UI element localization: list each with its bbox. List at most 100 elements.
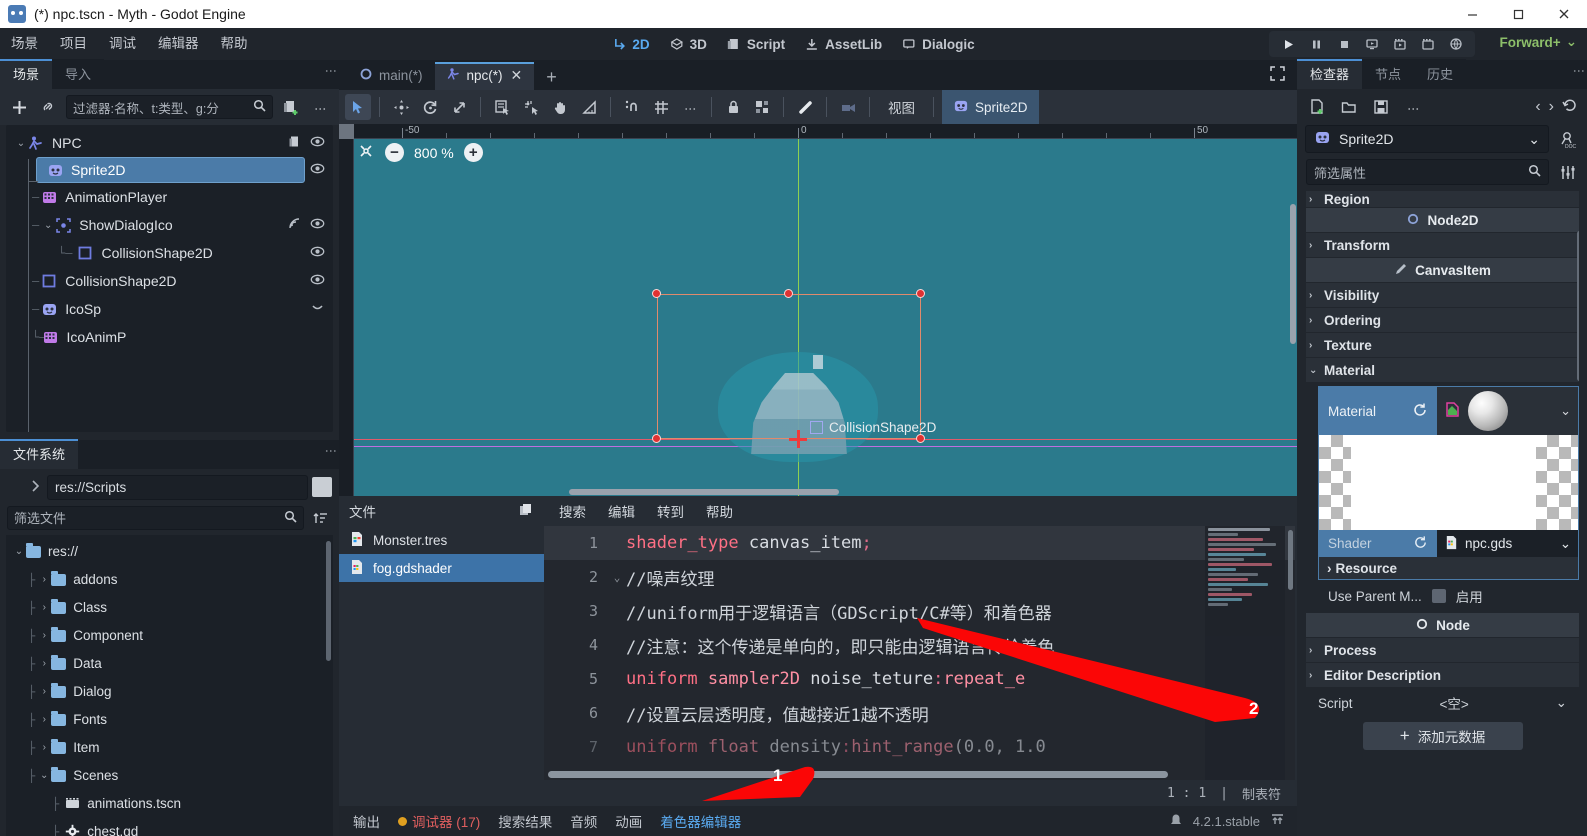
- prop-resource[interactable]: › Resource: [1319, 557, 1578, 579]
- tab-script[interactable]: Script: [718, 33, 794, 56]
- fs-row-data[interactable]: ├ › Data: [6, 650, 333, 678]
- shader-menu-help[interactable]: 帮助: [697, 498, 742, 524]
- filesystem-dock-menu-icon[interactable]: ⋮: [324, 445, 338, 454]
- chevron-down-icon[interactable]: [310, 300, 325, 318]
- code-line-6[interactable]: 6 //设置云层透明度，值越接近1越不透明: [544, 696, 1295, 730]
- fs-row-animations-tscn[interactable]: ├ animations.tscn: [6, 790, 333, 818]
- tab-2d[interactable]: 2D: [603, 33, 658, 56]
- fs-row-fonts[interactable]: ├ › Fonts: [6, 706, 333, 734]
- menu-debug[interactable]: 调试: [98, 28, 147, 60]
- chevron-right-icon[interactable]: ›: [37, 714, 51, 725]
- sort-icon[interactable]: [310, 507, 332, 529]
- chevron-down-icon[interactable]: ⌄: [1560, 536, 1571, 552]
- filesystem-path-input[interactable]: res://Scripts: [47, 474, 308, 500]
- scene-tab-npc[interactable]: npc(*) ✕: [434, 62, 535, 90]
- minimize-button[interactable]: [1449, 0, 1495, 28]
- inspector-forward-button[interactable]: ›: [1549, 98, 1554, 117]
- group-button[interactable]: [749, 94, 775, 120]
- prop-editor-description[interactable]: › Editor Description: [1306, 663, 1579, 687]
- scale-tool[interactable]: [446, 94, 472, 120]
- save-resource-icon[interactable]: [1370, 96, 1392, 118]
- fs-row-dialog[interactable]: ├ › Dialog: [6, 678, 333, 706]
- bottom-tab-search-results[interactable]: 搜索结果: [498, 811, 552, 831]
- scene-tree-menu-icon[interactable]: ⋮: [309, 96, 331, 118]
- prop-ordering[interactable]: › Ordering: [1306, 308, 1579, 332]
- scene-tab-main[interactable]: main(*): [347, 62, 435, 90]
- resize-handle-br[interactable]: [916, 434, 925, 443]
- tab-node[interactable]: 节点: [1362, 59, 1415, 89]
- prop-visibility[interactable]: › Visibility: [1306, 283, 1579, 307]
- zoom-fit-icon[interactable]: [357, 142, 375, 163]
- code-line-1[interactable]: 1 shader_type canvas_item;: [544, 526, 1295, 560]
- bottom-tab-debugger[interactable]: 调试器 (17): [398, 811, 480, 831]
- play-scene-button[interactable]: [1359, 33, 1385, 55]
- scene-filter-input[interactable]: 过滤器:名称、t:类型、g:分: [66, 95, 273, 119]
- fs-row-component[interactable]: ├ › Component: [6, 622, 333, 650]
- eye-icon[interactable]: [310, 272, 325, 290]
- bottom-tab-output[interactable]: 输出: [353, 811, 380, 831]
- code-line-3[interactable]: 3 //uniform用于逻辑语言（GDScript/C#等）和着色器: [544, 594, 1295, 628]
- pan-tool[interactable]: [547, 94, 573, 120]
- chevron-right-icon[interactable]: [27, 479, 43, 496]
- inspector-scrollbar[interactable]: [1577, 231, 1579, 381]
- chevron-down-icon[interactable]: ⌄: [41, 220, 55, 231]
- code-line-2[interactable]: 2 ⌄ //噪声纹理: [544, 560, 1295, 594]
- fs-row-scenes[interactable]: ├ ⌄ Scenes: [6, 762, 333, 790]
- add-metadata-button[interactable]: + 添加元数据: [1362, 722, 1523, 750]
- code-line-7[interactable]: 7 uniform float density:hint_range(0.0, …: [544, 730, 1295, 764]
- play-button[interactable]: [1275, 33, 1301, 55]
- shader-value-cell[interactable]: npc.gds ⌄: [1437, 530, 1578, 557]
- filesystem-split-mode-button[interactable]: [312, 477, 332, 497]
- chevron-right-icon[interactable]: ›: [37, 602, 51, 613]
- filesystem-filter-input[interactable]: 筛选文件: [7, 505, 304, 530]
- reset-icon[interactable]: [1412, 402, 1428, 421]
- tree-row-showdialogico[interactable]: — ⌄ ShowDialogIco: [6, 211, 333, 239]
- code-editor[interactable]: 1 shader_type canvas_item; 2 ⌄ //噪声纹理 3: [544, 526, 1295, 780]
- stop-button[interactable]: [1331, 33, 1357, 55]
- tree-row-collisionshape2d-nested[interactable]: └— CollisionShape2D: [6, 239, 333, 267]
- prop-material[interactable]: ⌄ Material: [1306, 358, 1579, 382]
- scene-dock-menu-icon[interactable]: ⋮: [324, 65, 338, 74]
- inspector-filter-input[interactable]: 筛选属性: [1306, 159, 1549, 185]
- tab-import[interactable]: 导入: [52, 59, 105, 89]
- script-icon[interactable]: [288, 135, 302, 152]
- prop-transform[interactable]: › Transform: [1306, 233, 1579, 257]
- viewport-horizontal-scrollbar[interactable]: [569, 489, 839, 495]
- add-node-button[interactable]: [8, 96, 30, 118]
- grid-snap-button[interactable]: [648, 94, 674, 120]
- resize-handle-tr[interactable]: [916, 289, 925, 298]
- prop-texture[interactable]: › Texture: [1306, 333, 1579, 357]
- resource-menu-icon[interactable]: ⋮: [1402, 96, 1424, 118]
- tree-row-animationplayer[interactable]: — AnimationPlayer: [6, 183, 333, 211]
- chevron-down-icon[interactable]: ⌄: [14, 138, 28, 149]
- tree-row-icoanimp[interactable]: └— IcoAnimP: [6, 323, 333, 351]
- snap-options-button[interactable]: ⋮: [677, 94, 703, 120]
- tree-row-icosp[interactable]: — IcoSp: [6, 295, 333, 323]
- eye-icon[interactable]: [310, 134, 325, 152]
- copy-icon[interactable]: [518, 502, 534, 521]
- prop-region[interactable]: › Region: [1306, 191, 1579, 207]
- shader-menu-edit[interactable]: 编辑: [599, 498, 644, 524]
- attach-script-button[interactable]: [280, 96, 302, 118]
- chevron-right-icon[interactable]: ›: [37, 686, 51, 697]
- use-parent-material-row[interactable]: Use Parent M... 启用: [1306, 583, 1579, 609]
- shader-menu-goto[interactable]: 转到: [648, 498, 693, 524]
- shader-file-fog-gdshader[interactable]: fog.gdshader: [339, 554, 544, 582]
- code-minimap[interactable]: [1205, 526, 1285, 780]
- play-custom-scene-button[interactable]: [1387, 33, 1413, 55]
- ruler-corner[interactable]: [339, 124, 354, 139]
- indent-mode[interactable]: 制表符: [1242, 784, 1281, 803]
- bottom-tab-audio[interactable]: 音频: [570, 811, 597, 831]
- menu-project[interactable]: 项目: [49, 28, 98, 60]
- skeleton-button[interactable]: [792, 94, 818, 120]
- tab-inspector[interactable]: 检查器: [1297, 59, 1363, 89]
- material-value-cell[interactable]: ⌄: [1437, 387, 1578, 435]
- use-parent-material-checkbox[interactable]: [1431, 589, 1446, 603]
- inspector-back-button[interactable]: ‹: [1535, 98, 1540, 117]
- script-property-row[interactable]: Script <空> ⌄: [1306, 688, 1579, 718]
- zoom-in-button[interactable]: +: [463, 143, 483, 162]
- chevron-right-icon[interactable]: ›: [37, 658, 51, 669]
- add-scene-tab-button[interactable]: +: [534, 67, 569, 90]
- close-icon[interactable]: ✕: [511, 67, 523, 84]
- code-horizontal-scrollbar[interactable]: [548, 771, 1168, 778]
